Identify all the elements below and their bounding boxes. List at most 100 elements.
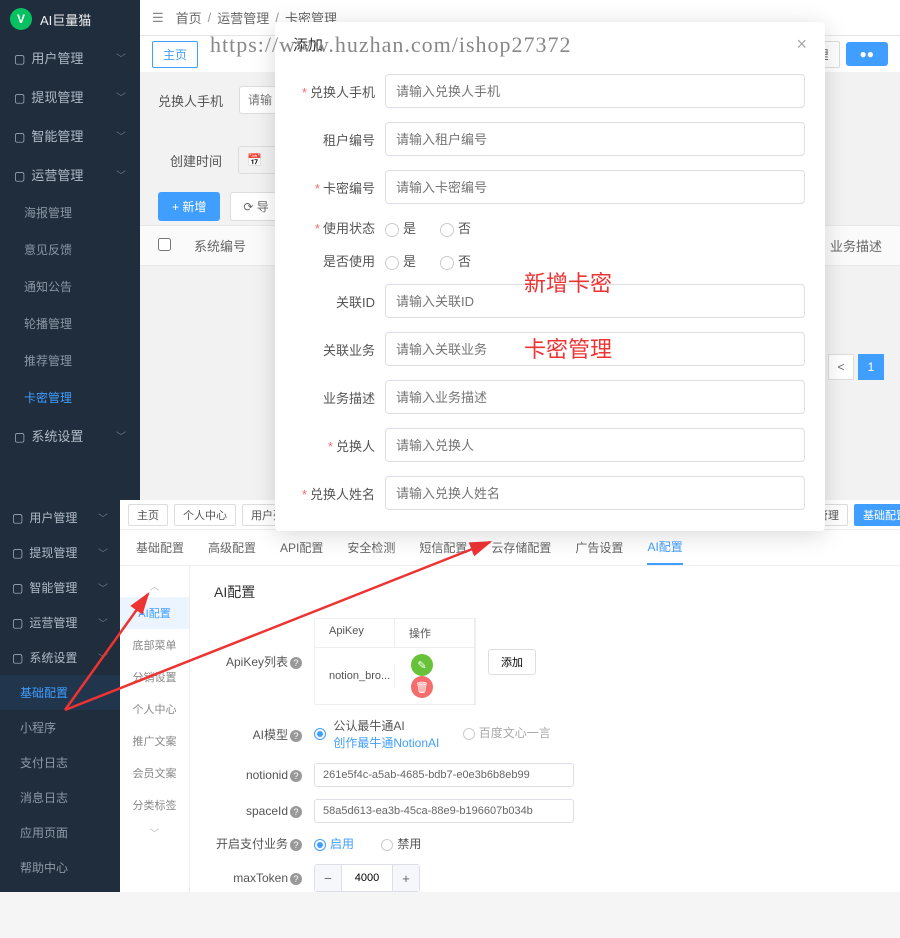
sidebar-item-基础配置[interactable]: 基础配置 [0, 675, 120, 710]
sidebar-item-系统设置[interactable]: ▢系统设置﹀ [0, 640, 120, 675]
select-all-checkbox[interactable] [158, 238, 171, 251]
config-side-分销设置[interactable]: 分销设置 [120, 661, 189, 693]
sidebar-item-意见反馈[interactable]: 意见反馈 [0, 231, 140, 268]
subtab-API配置[interactable]: API配置 [280, 531, 323, 564]
paybiz-on: 启用 [330, 837, 354, 851]
help-icon[interactable]: ? [290, 730, 302, 742]
tab-基础配置[interactable]: 基础配置 ● [854, 504, 900, 526]
sidebar-item-提现管理[interactable]: ▢提现管理﹀ [0, 535, 120, 570]
bc-1[interactable]: 运营管理 [217, 8, 269, 27]
red-label-add: 新增卡密 [524, 266, 612, 298]
brand-name: AI巨量猫 [40, 10, 91, 29]
menu-icon[interactable]: ☰ [152, 10, 164, 26]
sidebar-item-智能管理[interactable]: ▢智能管理﹀ [0, 570, 120, 605]
tab-个人中心[interactable]: 个人中心 [174, 504, 236, 526]
input-业务描述[interactable] [385, 380, 805, 414]
add-button[interactable]: + 新增 [158, 192, 220, 221]
config-side-AI配置[interactable]: AI配置 [120, 597, 189, 629]
subtab-广告设置[interactable]: 广告设置 [575, 531, 623, 564]
config-side-会员文案[interactable]: 会员文案 [120, 757, 189, 789]
config-side-个人中心[interactable]: 个人中心 [120, 693, 189, 725]
form-row-兑换人手机: *兑换人手机 [275, 67, 825, 115]
apikey-label: ApiKey列表 [226, 655, 288, 669]
delete-icon[interactable]: 🗑 [411, 676, 433, 698]
close-icon[interactable]: × [796, 34, 807, 55]
sidebar-item-支付日志[interactable]: 支付日志 [0, 745, 120, 780]
radio-是否使用-否[interactable]: 否 [440, 251, 471, 270]
stepper-minus[interactable]: − [315, 865, 341, 891]
radio-是否使用-是[interactable]: 是 [385, 251, 416, 270]
config-side-分类标签[interactable]: 分类标签 [120, 789, 189, 821]
help-icon[interactable]: ? [290, 806, 302, 818]
pager-prev[interactable]: < [828, 354, 854, 380]
sidebar-item-智能管理[interactable]: ▢智能管理﹀ [0, 116, 140, 155]
radio-disable[interactable] [381, 839, 393, 851]
bc-home[interactable]: 首页 [176, 8, 202, 27]
maxtoken-label: maxToken [233, 871, 288, 885]
input-卡密编号[interactable] [385, 170, 805, 204]
sidebar-item-应用页面[interactable]: 应用页面 [0, 815, 120, 850]
subtab-安全检测[interactable]: 安全检测 [347, 531, 395, 564]
aimodel-opt2: 百度文心一言 [479, 726, 551, 740]
radio-enable[interactable] [314, 839, 326, 851]
top-right-button[interactable]: ●● [846, 42, 889, 66]
help-icon[interactable]: ? [290, 657, 302, 669]
main-bottom: 主页个人中心用户列表佣金明细智能模型对话记录问答客服问答订单海报管理推荐管理卡密… [120, 500, 900, 892]
help-icon[interactable]: ? [290, 770, 302, 782]
notionid-input[interactable] [314, 763, 574, 787]
input-兑换人[interactable] [385, 428, 805, 462]
modal-title: 添加 [293, 34, 323, 55]
sidebar-item-轮播管理[interactable]: 轮播管理 [0, 305, 140, 342]
th-apikey: ApiKey [315, 619, 395, 647]
sidebar-item-海报管理[interactable]: 海报管理 [0, 194, 140, 231]
sidebar-item-卡密管理[interactable]: 卡密管理 [0, 379, 140, 416]
config-side-底部菜单[interactable]: 底部菜单 [120, 629, 189, 661]
sidebar-item-运营管理[interactable]: ▢运营管理﹀ [0, 605, 120, 640]
th-action: 操作 [395, 619, 475, 647]
input-租户编号[interactable] [385, 122, 805, 156]
chevron-down-icon[interactable]: ﹀ [120, 821, 189, 844]
aimodel-label: AI模型 [253, 728, 288, 742]
add-apikey-button[interactable]: 添加 [488, 649, 536, 675]
subtab-基础配置[interactable]: 基础配置 [136, 531, 184, 564]
sidebar-item-用户管理[interactable]: ▢用户管理﹀ [0, 500, 120, 535]
panel-title: AI配置 [214, 582, 876, 602]
radio-使用状态-是[interactable]: 是 [385, 218, 416, 237]
aimodel-opt1-l2[interactable]: 创作最牛通NotionAI [333, 734, 439, 751]
table-row: notion_bro... ✎ 🗑 [315, 647, 475, 704]
sidebar-item-通知公告[interactable]: 通知公告 [0, 268, 140, 305]
form-row-兑换人: *兑换人 [275, 421, 825, 469]
help-icon[interactable]: ? [290, 839, 302, 851]
subtab-高级配置[interactable]: 高级配置 [208, 531, 256, 564]
brand-logo: V [10, 8, 32, 30]
tab-主页[interactable]: 主页 [128, 504, 168, 526]
sidebar-item-推荐管理[interactable]: 推荐管理 [0, 342, 140, 379]
sidebar-item-消息日志[interactable]: 消息日志 [0, 780, 120, 815]
pager: < 1 [828, 354, 884, 380]
config-side-推广文案[interactable]: 推广文案 [120, 725, 189, 757]
pager-page-1[interactable]: 1 [858, 354, 884, 380]
sidebar-item-运营管理[interactable]: ▢运营管理﹀ [0, 155, 140, 194]
sidebar-item-小程序[interactable]: 小程序 [0, 710, 120, 745]
edit-icon[interactable]: ✎ [411, 654, 433, 676]
subtab-短信配置[interactable]: 短信配置 [419, 531, 467, 564]
bottom-screenshot: ▢用户管理﹀▢提现管理﹀▢智能管理﹀▢运营管理﹀▢系统设置﹀基础配置小程序支付日… [0, 500, 900, 892]
chevron-up-icon[interactable]: ︿ [120, 574, 189, 597]
radio-notion[interactable] [314, 728, 326, 740]
maxtoken-stepper[interactable]: − + [314, 864, 420, 892]
sidebar-item-用户管理[interactable]: ▢用户管理﹀ [0, 38, 140, 77]
maxtoken-input[interactable] [341, 865, 393, 891]
spaceid-input[interactable] [314, 799, 574, 823]
stepper-plus[interactable]: + [393, 865, 419, 891]
input-兑换人手机[interactable] [385, 74, 805, 108]
radio-使用状态-否[interactable]: 否 [440, 218, 471, 237]
radio-baidu[interactable] [463, 728, 475, 740]
sidebar-item-系统设置[interactable]: ▢系统设置﹀ [0, 416, 140, 455]
help-icon[interactable]: ? [290, 873, 302, 885]
input-兑换人姓名[interactable] [385, 476, 805, 510]
subtab-AI配置[interactable]: AI配置 [647, 530, 682, 565]
sidebar-item-提现管理[interactable]: ▢提现管理﹀ [0, 77, 140, 116]
tab-home[interactable]: 主页 [152, 41, 198, 68]
sidebar-item-帮助中心[interactable]: 帮助中心 [0, 850, 120, 885]
subtab-云存储配置[interactable]: 云存储配置 [491, 531, 551, 564]
